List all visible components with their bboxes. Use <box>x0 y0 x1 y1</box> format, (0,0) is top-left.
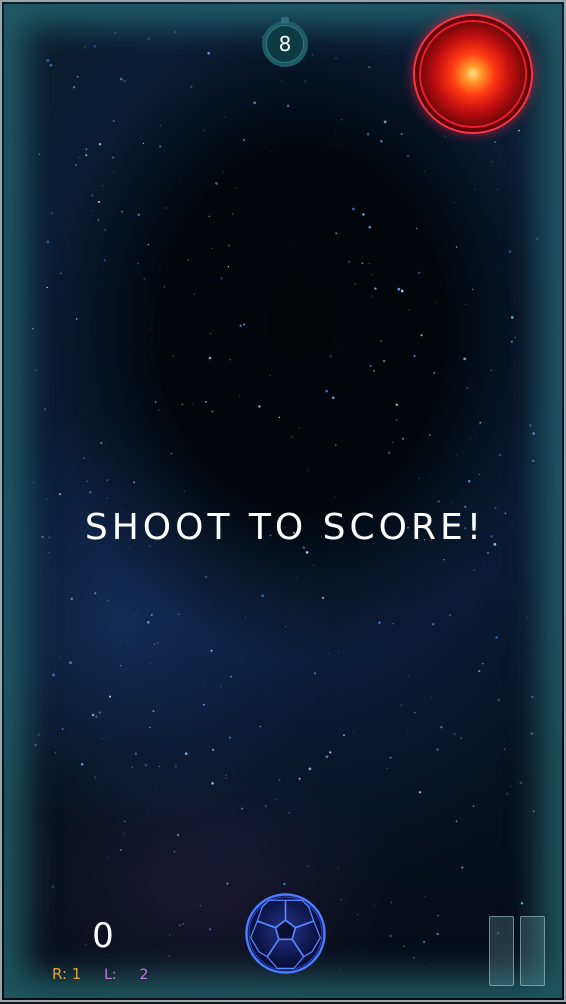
timer-value: 8 <box>278 32 292 56</box>
game-field[interactable]: 8 SHOOT TO SCORE! 0 R: 1 L: 2 <box>0 0 566 1002</box>
pause-button[interactable] <box>489 916 547 986</box>
score-value: 0 <box>92 916 114 956</box>
pause-icon-right-bar <box>520 916 545 986</box>
goal-target <box>415 16 531 132</box>
r-label: R: <box>52 965 68 983</box>
r-value: 1 <box>71 965 82 983</box>
shoot-prompt: SHOOT TO SCORE! <box>84 507 486 548</box>
starfield-background <box>32 31 538 971</box>
goal-target-ring <box>419 20 527 128</box>
l-label: L: <box>104 967 117 983</box>
l-value: 2 <box>139 967 149 983</box>
pause-icon-left-bar <box>489 916 514 986</box>
lives-counter: R: 1 L: 2 <box>52 965 148 983</box>
timer-badge: 8 <box>262 17 308 67</box>
soccer-ball-icon[interactable] <box>244 892 327 975</box>
